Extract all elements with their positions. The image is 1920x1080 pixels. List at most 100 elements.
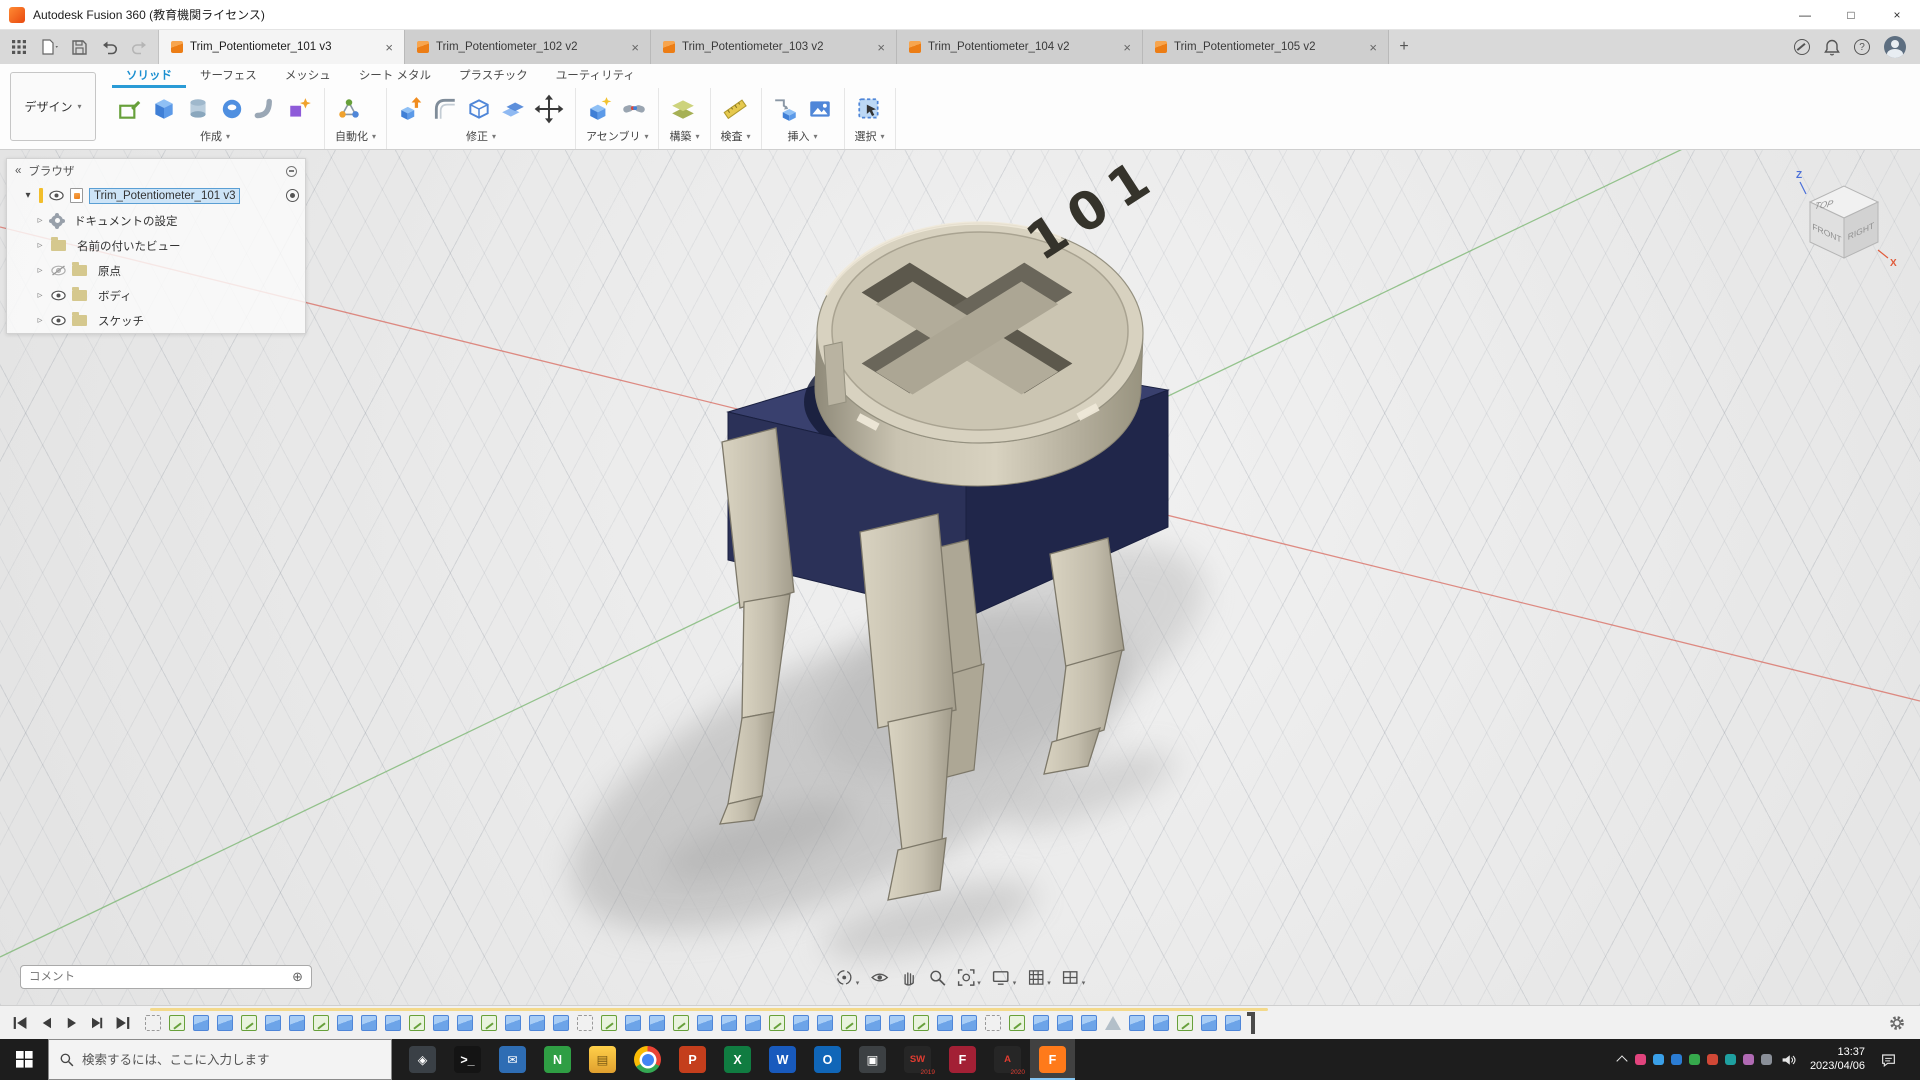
expander-icon[interactable]	[35, 315, 45, 326]
expander-icon[interactable]	[35, 265, 45, 276]
timeline-feature-icon[interactable]	[265, 1015, 281, 1031]
zoom-icon[interactable]	[923, 966, 950, 989]
timeline-feature-icon[interactable]	[169, 1015, 185, 1031]
pan-icon[interactable]	[895, 966, 921, 989]
select-group-label[interactable]: 選択▾	[855, 128, 885, 146]
revolve-icon[interactable]	[184, 95, 212, 123]
extensions-icon[interactable]	[1794, 39, 1810, 55]
grid-display-icon[interactable]: ▾	[1022, 966, 1055, 989]
help-icon[interactable]: ?	[1854, 39, 1870, 55]
step-back-icon[interactable]	[39, 1015, 54, 1031]
timeline-feature-icon[interactable]	[865, 1015, 881, 1031]
display-settings-icon[interactable]: ▾	[987, 966, 1021, 989]
timeline-feature-icon[interactable]	[793, 1015, 809, 1031]
taskbar-app[interactable]: A 2020	[985, 1039, 1030, 1080]
collapse-panel-icon[interactable]: «	[15, 165, 21, 177]
browser-row[interactable]: 原点	[7, 258, 305, 283]
joint-icon[interactable]	[620, 95, 648, 123]
taskbar-app[interactable]: ▣	[850, 1039, 895, 1080]
timeline-position-marker[interactable]	[1251, 1012, 1255, 1034]
tray-app-icon[interactable]	[1689, 1054, 1700, 1065]
redo-icon[interactable]	[124, 30, 154, 64]
taskbar-app[interactable]: N	[535, 1039, 580, 1080]
fillet-icon[interactable]	[431, 95, 459, 123]
timeline-feature-icon[interactable]	[241, 1015, 257, 1031]
display-settings-dot-icon[interactable]	[286, 166, 297, 177]
taskbar-app[interactable]: W	[760, 1039, 805, 1080]
undo-icon[interactable]	[94, 30, 124, 64]
timeline-settings-gear-icon[interactable]	[1888, 1014, 1906, 1032]
timeline-feature-icon[interactable]	[577, 1015, 593, 1031]
timeline-feature-icon[interactable]	[1057, 1015, 1073, 1031]
tray-app-icon[interactable]	[1671, 1054, 1682, 1065]
expander-icon[interactable]	[35, 240, 45, 251]
hidden-icons-chevron[interactable]	[1616, 1055, 1627, 1066]
close-button[interactable]: ×	[1874, 0, 1920, 29]
taskbar-search-input[interactable]	[82, 1053, 381, 1067]
timeline-feature-icon[interactable]	[433, 1015, 449, 1031]
timeline-feature-icon[interactable]	[721, 1015, 737, 1031]
timeline-range-bar[interactable]	[150, 1008, 1268, 1011]
timeline-feature-icon[interactable]	[361, 1015, 377, 1031]
timeline-feature-icon[interactable]	[529, 1015, 545, 1031]
taskbar-app[interactable]: P	[670, 1039, 715, 1080]
timeline-feature-icon[interactable]	[1177, 1015, 1193, 1031]
tray-app-icon[interactable]	[1653, 1054, 1664, 1065]
create-sketch-icon[interactable]	[116, 95, 144, 123]
timeline-feature-icon[interactable]	[673, 1015, 689, 1031]
orbit-icon[interactable]: ▾	[831, 966, 864, 989]
taskbar-app[interactable]: SW 2019	[895, 1039, 940, 1080]
ground-target-icon[interactable]	[286, 189, 299, 202]
browser-row[interactable]: ボディ	[7, 283, 305, 308]
ribbon-tab[interactable]: ソリッド	[112, 64, 186, 88]
workspace-selector[interactable]: デザイン▾	[10, 72, 96, 141]
new-component-icon[interactable]	[586, 95, 614, 123]
ribbon-tab[interactable]: シート メタル	[345, 64, 445, 88]
hole-icon[interactable]	[218, 95, 246, 123]
timeline-feature-icon[interactable]	[697, 1015, 713, 1031]
speaker-icon[interactable]	[1781, 1053, 1797, 1067]
timeline-feature-icon[interactable]	[961, 1015, 977, 1031]
step-forward-icon[interactable]	[89, 1015, 104, 1031]
tab-close-icon[interactable]: ×	[628, 40, 642, 55]
shell-icon[interactable]	[465, 95, 493, 123]
taskbar-clock[interactable]: 13:37 2023/04/06	[1806, 1046, 1869, 1074]
maximize-button[interactable]: □	[1828, 0, 1874, 29]
taskbar-app[interactable]: O	[805, 1039, 850, 1080]
comment-add-icon[interactable]: ⊕	[292, 969, 303, 985]
timeline-feature-icon[interactable]	[409, 1015, 425, 1031]
ribbon-tab[interactable]: メッシュ	[271, 64, 345, 88]
tray-app-icon[interactable]	[1743, 1054, 1754, 1065]
minimize-button[interactable]: —	[1782, 0, 1828, 29]
inspect-group-label[interactable]: 検査▾	[721, 128, 751, 146]
timeline-feature-icon[interactable]	[1009, 1015, 1025, 1031]
timeline-feature-icon[interactable]	[1201, 1015, 1217, 1031]
model-canvas[interactable]: 101 « ブラウザ	[0, 150, 1920, 1005]
timeline-feature-icon[interactable]	[553, 1015, 569, 1031]
construct-group-label[interactable]: 構築▾	[669, 128, 699, 146]
timeline-feature-icon[interactable]	[625, 1015, 641, 1031]
new-tab-button[interactable]: +	[1389, 30, 1419, 64]
timeline-feature-icon[interactable]	[985, 1015, 1001, 1031]
taskbar-app[interactable]: F	[1030, 1039, 1075, 1080]
automate-group-label[interactable]: 自動化▾	[335, 128, 376, 146]
visibility-eye-icon[interactable]	[49, 190, 64, 201]
file-menu-icon[interactable]	[34, 30, 64, 64]
tray-app-icon[interactable]	[1725, 1054, 1736, 1065]
construction-plane-icon[interactable]	[669, 95, 697, 123]
modify-group-label[interactable]: 修正▾	[397, 128, 565, 146]
insert-group-label[interactable]: 挿入▾	[772, 128, 834, 146]
insert-image-icon[interactable]	[806, 95, 834, 123]
timeline-feature-icon[interactable]	[1081, 1015, 1097, 1031]
ribbon-tab[interactable]: ユーティリティ	[542, 64, 649, 88]
fit-icon[interactable]: ▾	[952, 966, 985, 989]
tab-close-icon[interactable]: ×	[874, 40, 888, 55]
tab-close-icon[interactable]: ×	[1120, 40, 1134, 55]
tray-app-icon[interactable]	[1707, 1054, 1718, 1065]
browser-row[interactable]: 名前の付いたビュー	[7, 233, 305, 258]
timeline-feature-icon[interactable]	[313, 1015, 329, 1031]
play-icon[interactable]	[64, 1015, 79, 1031]
browser-row[interactable]: スケッチ	[7, 308, 305, 333]
timeline-feature-icon[interactable]	[817, 1015, 833, 1031]
timeline-feature-icon[interactable]	[769, 1015, 785, 1031]
